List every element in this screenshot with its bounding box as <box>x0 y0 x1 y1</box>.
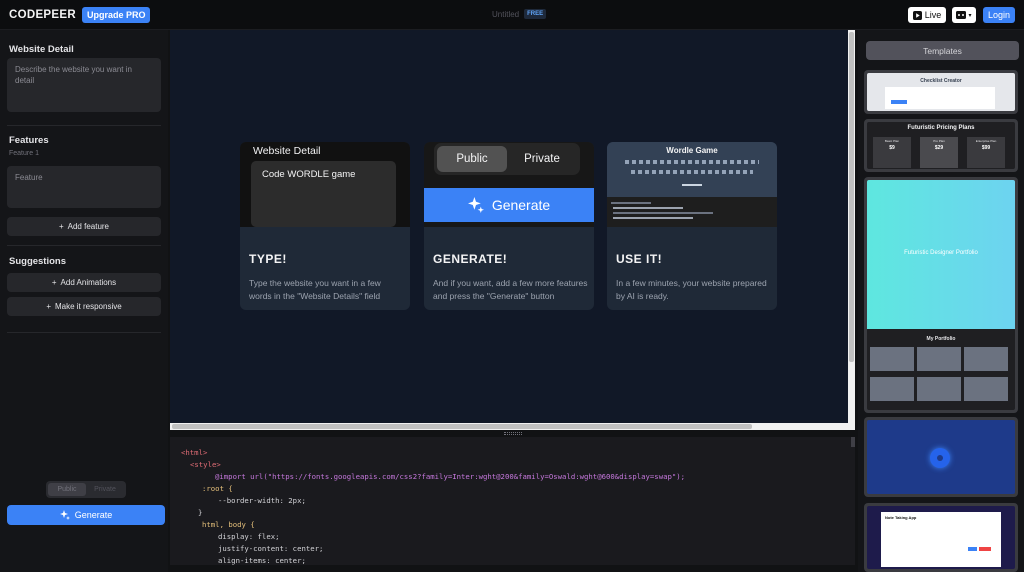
template-card[interactable]: Note Taking App <box>864 503 1018 572</box>
website-detail-heading: Website Detail <box>9 44 74 55</box>
plan-badge: FREE <box>524 9 547 19</box>
scrollbar-thumb[interactable] <box>849 32 854 362</box>
card-heading: TYPE! <box>249 252 287 266</box>
card-illustration: Public Private Generate <box>424 142 594 227</box>
project-title-area: Untitled FREE <box>492 9 547 19</box>
upgrade-pro-button[interactable]: Upgrade PRO <box>81 6 151 23</box>
illustration-generate-label: Generate <box>491 197 551 213</box>
code-line: justify-content: center; <box>218 544 324 553</box>
code-line: @import url("https://fonts.googleapis.co… <box>215 472 686 481</box>
wordle-row <box>625 160 759 164</box>
live-label: Live <box>924 10 942 20</box>
scrollbar-thumb[interactable] <box>172 424 752 429</box>
code-line: align-items: center; <box>218 556 306 565</box>
illustration-public: Public <box>437 146 507 172</box>
template-thumbnail: Checklist Creator <box>867 73 1015 111</box>
code-scrollbar[interactable] <box>851 437 855 447</box>
features-heading: Features <box>9 135 49 146</box>
chevron-down-icon: ▾ <box>968 12 972 19</box>
divider <box>7 245 161 246</box>
illustration-toggle: Public Private <box>434 143 580 175</box>
feature-sub-label: Feature 1 <box>9 150 39 157</box>
illustration-title: Wordle Game <box>666 146 718 155</box>
visibility-public-option[interactable]: Public <box>48 483 86 496</box>
wordle-row <box>631 170 753 174</box>
play-icon <box>912 10 922 20</box>
template-card[interactable] <box>864 417 1018 497</box>
illustration-generate: Generate <box>424 188 594 222</box>
generate-label: Generate <box>74 510 113 520</box>
template-title: Futuristic Designer Portfolio <box>904 250 978 256</box>
illustration-input-text: Code WORDLE game <box>262 169 356 180</box>
card-description: Type the website you want in a few words… <box>249 278 381 301</box>
step-card-use: Wordle Game USE IT! In a few minutes, yo… <box>607 142 777 310</box>
card-description: And if you want, add a few more features… <box>433 278 588 301</box>
illustration-private: Private <box>524 153 560 165</box>
preview-horizontal-scrollbar[interactable] <box>170 423 855 430</box>
resize-handle[interactable] <box>504 432 522 435</box>
code-line: :root { <box>202 484 233 493</box>
illustration-code <box>607 197 777 227</box>
feature-input[interactable]: Feature <box>7 166 161 208</box>
card-heading: USE IT! <box>616 252 663 266</box>
template-card[interactable]: Futuristic Pricing Plans Basic Plan $9 Pr… <box>864 119 1018 172</box>
code-line: <html> <box>181 448 208 457</box>
suggestions-heading: Suggestions <box>9 256 67 267</box>
code-line: display: flex; <box>218 532 280 541</box>
visibility-private-option[interactable]: Private <box>86 483 124 496</box>
illustration-title: Website Detail <box>253 145 321 157</box>
project-title[interactable]: Untitled <box>492 10 519 19</box>
card-illustration: Website Detail Code WORDLE game <box>240 142 410 227</box>
preview-vertical-scrollbar[interactable] <box>848 30 855 423</box>
website-detail-input[interactable]: Describe the website you want in detail <box>7 58 161 112</box>
template-card[interactable]: Futuristic Designer Portfolio My Portfol… <box>864 177 1018 413</box>
templates-button[interactable]: Templates <box>866 41 1019 60</box>
share-button[interactable]: ▾ <box>952 7 976 23</box>
card-description: In a few minutes, your website prepared … <box>616 278 767 301</box>
template-thumbnail: Note Taking App <box>867 506 1015 569</box>
template-thumbnail <box>867 420 1015 494</box>
sparkles-icon <box>59 510 70 520</box>
share-icon <box>956 11 967 19</box>
add-feature-label: Add feature <box>67 222 110 231</box>
code-line: } <box>198 508 203 517</box>
template-card[interactable]: Checklist Creator <box>864 70 1018 114</box>
template-section: My Portfolio <box>926 336 956 342</box>
suggestion-add-animations[interactable]: + Add Animations <box>7 273 161 292</box>
template-title: Note Taking App <box>885 515 917 520</box>
code-line: <style> <box>190 460 221 469</box>
add-feature-button[interactable]: + Add feature <box>7 217 161 236</box>
app-logo[interactable]: CODEPEER <box>9 9 76 21</box>
step-card-generate: Public Private Generate GENERATE! And if… <box>424 142 594 310</box>
divider <box>7 332 161 333</box>
code-line: html, body { <box>202 520 255 529</box>
card-illustration: Wordle Game <box>607 142 777 227</box>
wordle-row <box>682 184 702 186</box>
step-card-type: Website Detail Code WORDLE game TYPE! Ty… <box>240 142 410 310</box>
plus-icon: + <box>46 302 51 311</box>
suggestion-label: Make it responsive <box>54 302 122 311</box>
code-editor[interactable]: <html> <style> @import url("https://font… <box>170 437 855 565</box>
illustration-input: Code WORDLE game <box>251 161 396 227</box>
plus-icon: + <box>58 222 64 231</box>
card-heading: GENERATE! <box>433 252 508 266</box>
template-title: Futuristic Pricing Plans <box>907 125 975 131</box>
suggestion-make-responsive[interactable]: + Make it responsive <box>7 297 161 316</box>
template-thumbnail: Futuristic Pricing Plans Basic Plan $9 Pr… <box>867 122 1015 169</box>
template-thumbnail: Futuristic Designer Portfolio My Portfol… <box>867 180 1015 410</box>
sparkles-icon <box>467 197 484 213</box>
divider <box>7 125 161 126</box>
preview-pane: Website Detail Code WORDLE game TYPE! Ty… <box>170 30 848 423</box>
template-title: Checklist Creator <box>920 78 962 84</box>
generate-button[interactable]: Generate <box>7 505 165 525</box>
visibility-toggle: Public Private <box>46 481 126 498</box>
live-button[interactable]: Live <box>908 7 946 23</box>
code-line: --border-width: 2px; <box>218 496 306 505</box>
plus-icon: + <box>51 278 57 287</box>
login-button[interactable]: Login <box>983 7 1015 23</box>
suggestion-label: Add Animations <box>60 278 117 287</box>
